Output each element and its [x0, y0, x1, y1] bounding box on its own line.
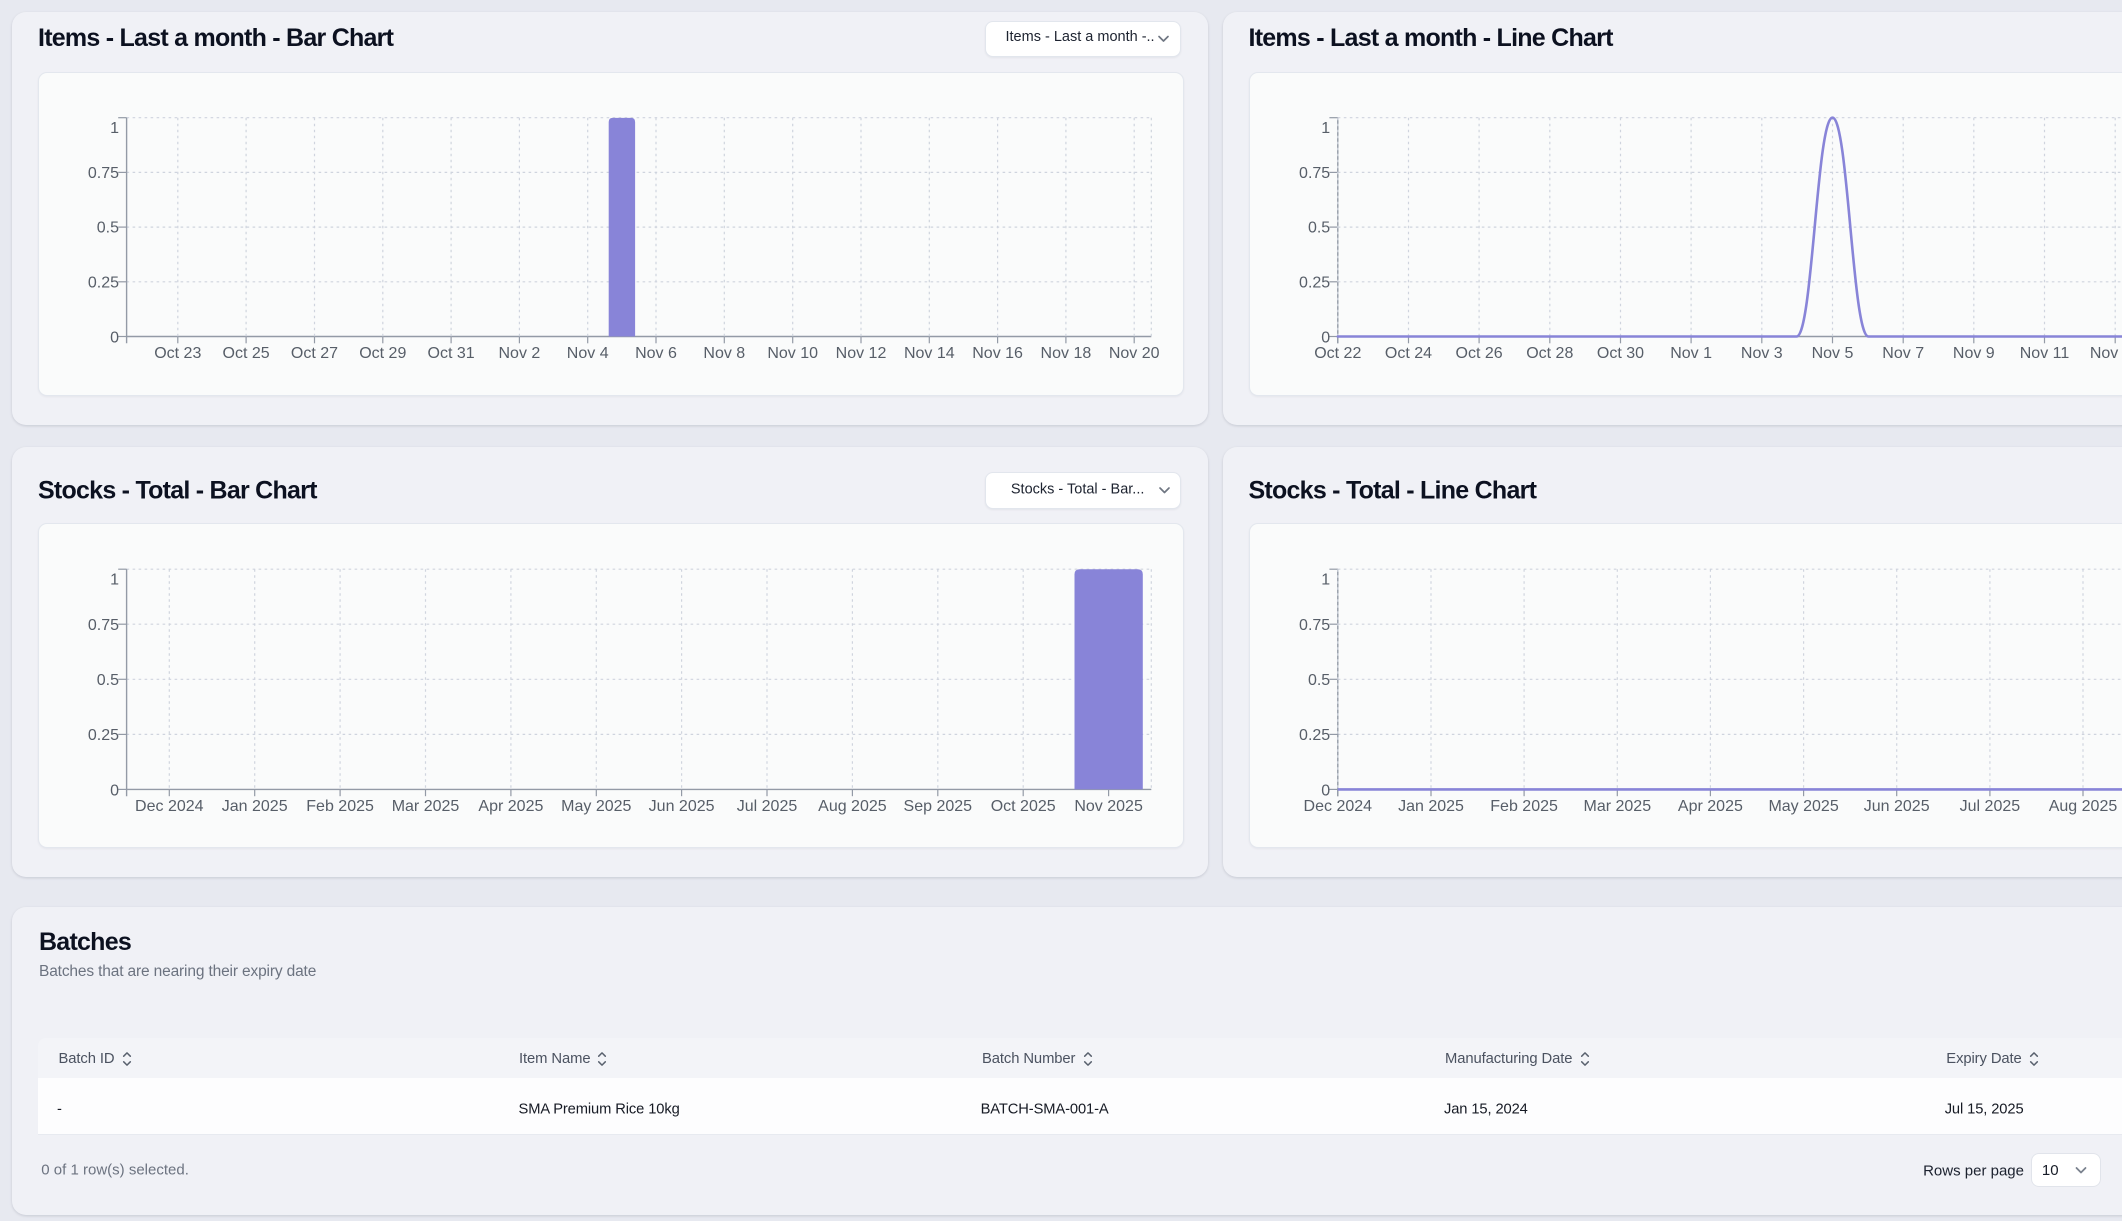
svg-text:Feb 2025: Feb 2025: [306, 798, 374, 815]
svg-text:Aug 2025: Aug 2025: [2049, 798, 2118, 815]
svg-text:Rows per page: Rows per page: [1923, 1162, 2024, 1179]
svg-text:Nov 3: Nov 3: [1741, 345, 1783, 362]
svg-text:0: 0: [110, 783, 119, 800]
svg-text:0.75: 0.75: [1299, 617, 1330, 634]
svg-text:Sep 2025: Sep 2025: [904, 798, 973, 815]
svg-text:0.75: 0.75: [1299, 165, 1330, 182]
svg-text:Items - Last a month - Bar Cha: Items - Last a month - Bar Chart: [38, 24, 395, 52]
svg-text:Nov 1: Nov 1: [1670, 345, 1712, 362]
svg-text:0.5: 0.5: [97, 672, 119, 689]
svg-text:Oct 30: Oct 30: [1597, 345, 1644, 362]
svg-text:Oct 28: Oct 28: [1526, 345, 1573, 362]
svg-text:0.75: 0.75: [88, 165, 119, 182]
svg-text:Batch ID: Batch ID: [59, 1051, 115, 1067]
svg-text:BATCH-SMA-001-A: BATCH-SMA-001-A: [981, 1101, 1109, 1117]
svg-text:Mar 2025: Mar 2025: [1584, 798, 1652, 815]
svg-text:Mar 2025: Mar 2025: [392, 798, 460, 815]
svg-text:Batch Number: Batch Number: [982, 1051, 1076, 1067]
svg-text:Batches: Batches: [39, 928, 131, 956]
svg-text:Oct 24: Oct 24: [1385, 345, 1432, 362]
svg-text:0.5: 0.5: [1308, 220, 1330, 237]
svg-text:0.25: 0.25: [1299, 727, 1330, 744]
svg-text:Jul 2025: Jul 2025: [1960, 798, 2021, 815]
svg-text:Nov 5: Nov 5: [1812, 345, 1854, 362]
svg-text:Items - Last a month - Line Ch: Items - Last a month - Line Chart: [1249, 24, 1615, 52]
svg-text:Oct 31: Oct 31: [428, 345, 475, 362]
svg-text:Oct 22: Oct 22: [1314, 345, 1361, 362]
svg-text:Jan 2025: Jan 2025: [222, 798, 288, 815]
svg-text:0 of 1 row(s) selected.: 0 of 1 row(s) selected.: [41, 1162, 189, 1179]
svg-text:Jul 15, 2025: Jul 15, 2025: [1945, 1101, 2024, 1117]
svg-text:Stocks - Total - Bar Chart: Stocks - Total - Bar Chart: [38, 477, 318, 505]
svg-text:Oct 2025: Oct 2025: [991, 798, 1056, 815]
svg-text:0.5: 0.5: [1308, 672, 1330, 689]
svg-text:0.5: 0.5: [97, 220, 119, 237]
svg-text:10: 10: [2042, 1162, 2059, 1179]
svg-text:1: 1: [110, 572, 119, 589]
svg-text:Oct 25: Oct 25: [223, 345, 270, 362]
svg-text:0.75: 0.75: [88, 617, 119, 634]
svg-text:Jun 2025: Jun 2025: [1864, 798, 1930, 815]
svg-text:Aug 2025: Aug 2025: [818, 798, 887, 815]
svg-text:Nov 2025: Nov 2025: [1074, 798, 1143, 815]
svg-text:Expiry Date: Expiry Date: [1946, 1051, 2021, 1067]
svg-text:-: -: [57, 1101, 62, 1117]
svg-text:Jan 15, 2024: Jan 15, 2024: [1444, 1101, 1528, 1117]
svg-text:Nov 11: Nov 11: [2020, 345, 2070, 362]
svg-text:Nov 10: Nov 10: [767, 345, 818, 362]
svg-text:1: 1: [1321, 120, 1330, 137]
svg-text:1: 1: [1321, 572, 1330, 589]
svg-text:Nov 2: Nov 2: [499, 345, 541, 362]
svg-text:Dec 2024: Dec 2024: [1304, 798, 1373, 815]
svg-text:Nov 16: Nov 16: [972, 345, 1023, 362]
svg-text:Oct 23: Oct 23: [154, 345, 201, 362]
svg-text:Oct 27: Oct 27: [291, 345, 338, 362]
svg-text:Apr 2025: Apr 2025: [478, 798, 543, 815]
svg-text:SMA Premium Rice 10kg: SMA Premium Rice 10kg: [519, 1101, 680, 1117]
svg-text:May 2025: May 2025: [1768, 798, 1838, 815]
svg-text:Nov 13: Nov 13: [2090, 345, 2122, 362]
svg-text:Items - Last a month -..: Items - Last a month -..: [1006, 29, 1155, 45]
svg-text:May 2025: May 2025: [561, 798, 631, 815]
svg-text:Manufacturing Date: Manufacturing Date: [1445, 1051, 1572, 1067]
svg-text:Item Name: Item Name: [519, 1051, 590, 1067]
svg-text:Oct 29: Oct 29: [359, 345, 406, 362]
svg-text:0.25: 0.25: [88, 727, 119, 744]
svg-text:Jul 2025: Jul 2025: [737, 798, 798, 815]
svg-text:Batches that are nearing their: Batches that are nearing their expiry da…: [39, 963, 316, 980]
svg-text:0.25: 0.25: [1299, 274, 1330, 291]
svg-text:Nov 6: Nov 6: [635, 345, 677, 362]
svg-text:Jan 2025: Jan 2025: [1398, 798, 1464, 815]
svg-text:Dec 2024: Dec 2024: [135, 798, 204, 815]
svg-text:Stocks - Total - Line Chart: Stocks - Total - Line Chart: [1249, 477, 1538, 505]
svg-text:Stocks - Total - Bar...: Stocks - Total - Bar...: [1011, 482, 1145, 498]
svg-text:Jun 2025: Jun 2025: [649, 798, 715, 815]
svg-text:Nov 7: Nov 7: [1882, 345, 1924, 362]
svg-text:Nov 9: Nov 9: [1953, 345, 1995, 362]
svg-text:0.25: 0.25: [88, 274, 119, 291]
svg-text:0: 0: [110, 330, 119, 347]
svg-text:Nov 18: Nov 18: [1041, 345, 1092, 362]
svg-text:Nov 14: Nov 14: [904, 345, 955, 362]
svg-text:Nov 20: Nov 20: [1109, 345, 1160, 362]
svg-text:Apr 2025: Apr 2025: [1678, 798, 1743, 815]
svg-text:Feb 2025: Feb 2025: [1490, 798, 1558, 815]
svg-text:Oct 26: Oct 26: [1456, 345, 1503, 362]
svg-text:Nov 8: Nov 8: [703, 345, 745, 362]
svg-text:Nov 12: Nov 12: [836, 345, 887, 362]
svg-text:Nov 4: Nov 4: [567, 345, 609, 362]
svg-text:1: 1: [110, 120, 119, 137]
